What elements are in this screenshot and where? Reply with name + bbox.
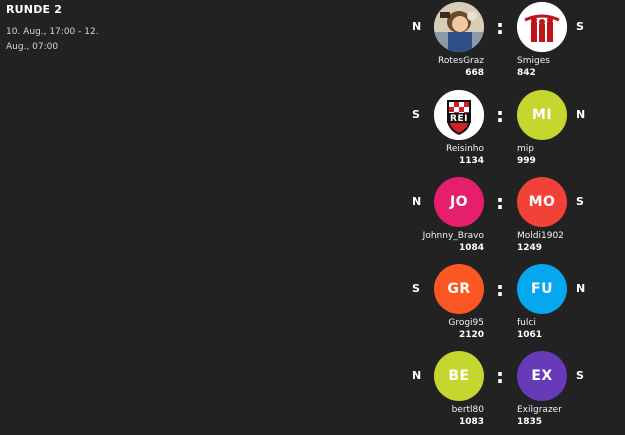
player-name: Reisinho xyxy=(446,144,484,154)
home-player[interactable]: JO Johnny_Bravo 1084 xyxy=(422,175,494,261)
player-avatar[interactable]: MI xyxy=(517,90,567,140)
round-dates: 10. Aug., 17:00 - 12. Aug., 07:00 xyxy=(6,27,99,52)
player-score: 842 xyxy=(517,68,536,78)
player-score: 1084 xyxy=(458,243,484,253)
matchup-5[interactable]: N BE bertl80 1083 : EX Exilgrazer 1835 S xyxy=(405,349,625,435)
matchups-list: N RotesGraz 668 : Smiges 842 S S REI Rei… xyxy=(405,0,625,432)
home-side-tag: N xyxy=(412,369,422,382)
player-avatar[interactable]: GR xyxy=(434,264,484,314)
player-score: 1134 xyxy=(458,156,484,166)
player-avatar[interactable]: BE xyxy=(434,351,484,401)
player-score: 1061 xyxy=(517,330,543,340)
player-avatar[interactable]: FU xyxy=(517,264,567,314)
away-player[interactable]: FU fulci 1061 xyxy=(507,262,577,348)
home-side-tag: N xyxy=(412,20,422,33)
player-score: 1083 xyxy=(458,417,484,427)
away-side-tag: S xyxy=(576,195,584,208)
band-logo-icon[interactable] xyxy=(517,2,567,52)
player-name: Exilgrazer xyxy=(517,405,562,415)
versus-separator: : xyxy=(496,277,504,301)
shield-crest-icon[interactable]: REI xyxy=(434,90,484,140)
round-title: RUNDE 2 xyxy=(6,3,63,16)
home-player[interactable]: BE bertl80 1083 xyxy=(424,349,494,435)
matchup-1[interactable]: N RotesGraz 668 : Smiges 842 S xyxy=(405,0,625,86)
home-player[interactable]: GR Grogi95 2120 xyxy=(424,262,494,348)
away-player[interactable]: MI mip 999 xyxy=(507,88,577,174)
away-side-tag: S xyxy=(576,369,584,382)
home-side-tag: S xyxy=(412,108,420,121)
player-score: 668 xyxy=(465,68,484,78)
home-side-tag: N xyxy=(412,195,422,208)
player-name: bertl80 xyxy=(451,405,484,415)
player-score: 999 xyxy=(517,156,536,166)
home-player[interactable]: REI Reisinho 1134 xyxy=(424,88,494,174)
away-side-tag: S xyxy=(576,20,584,33)
home-player[interactable]: RotesGraz 668 xyxy=(424,0,494,86)
versus-separator: : xyxy=(496,364,504,388)
cartoon-character-photo-icon[interactable] xyxy=(434,2,484,52)
player-name: Smiges xyxy=(517,56,550,66)
player-name: Moldi1902 xyxy=(517,231,564,241)
player-score: 2120 xyxy=(458,330,484,340)
player-name: mip xyxy=(517,144,534,154)
player-name: Johnny_Bravo xyxy=(422,231,484,241)
away-player[interactable]: MO Moldi1902 1249 xyxy=(507,175,577,261)
player-name: RotesGraz xyxy=(437,56,484,66)
player-name: fulci xyxy=(517,318,536,328)
away-player[interactable]: EX Exilgrazer 1835 xyxy=(507,349,577,435)
matchup-3[interactable]: N JO Johnny_Bravo 1084 : MO Moldi1902 12… xyxy=(405,175,625,261)
matchup-4[interactable]: S GR Grogi95 2120 : FU fulci 1061 N xyxy=(405,262,625,348)
player-score: 1249 xyxy=(517,243,543,253)
home-side-tag: S xyxy=(412,282,420,295)
player-name: Grogi95 xyxy=(448,318,484,328)
matchup-2[interactable]: S REI Reisinho 1134 : MI mip 999 N xyxy=(405,88,625,174)
versus-separator: : xyxy=(496,15,504,39)
crest-text: REI xyxy=(450,114,468,124)
player-avatar[interactable]: EX xyxy=(517,351,567,401)
away-side-tag: N xyxy=(576,282,586,295)
versus-separator: : xyxy=(496,103,504,127)
away-side-tag: N xyxy=(576,108,586,121)
versus-separator: : xyxy=(496,190,504,214)
away-player[interactable]: Smiges 842 xyxy=(507,0,577,86)
player-avatar[interactable]: MO xyxy=(517,177,567,227)
player-avatar[interactable]: JO xyxy=(434,177,484,227)
player-score: 1835 xyxy=(517,417,543,427)
